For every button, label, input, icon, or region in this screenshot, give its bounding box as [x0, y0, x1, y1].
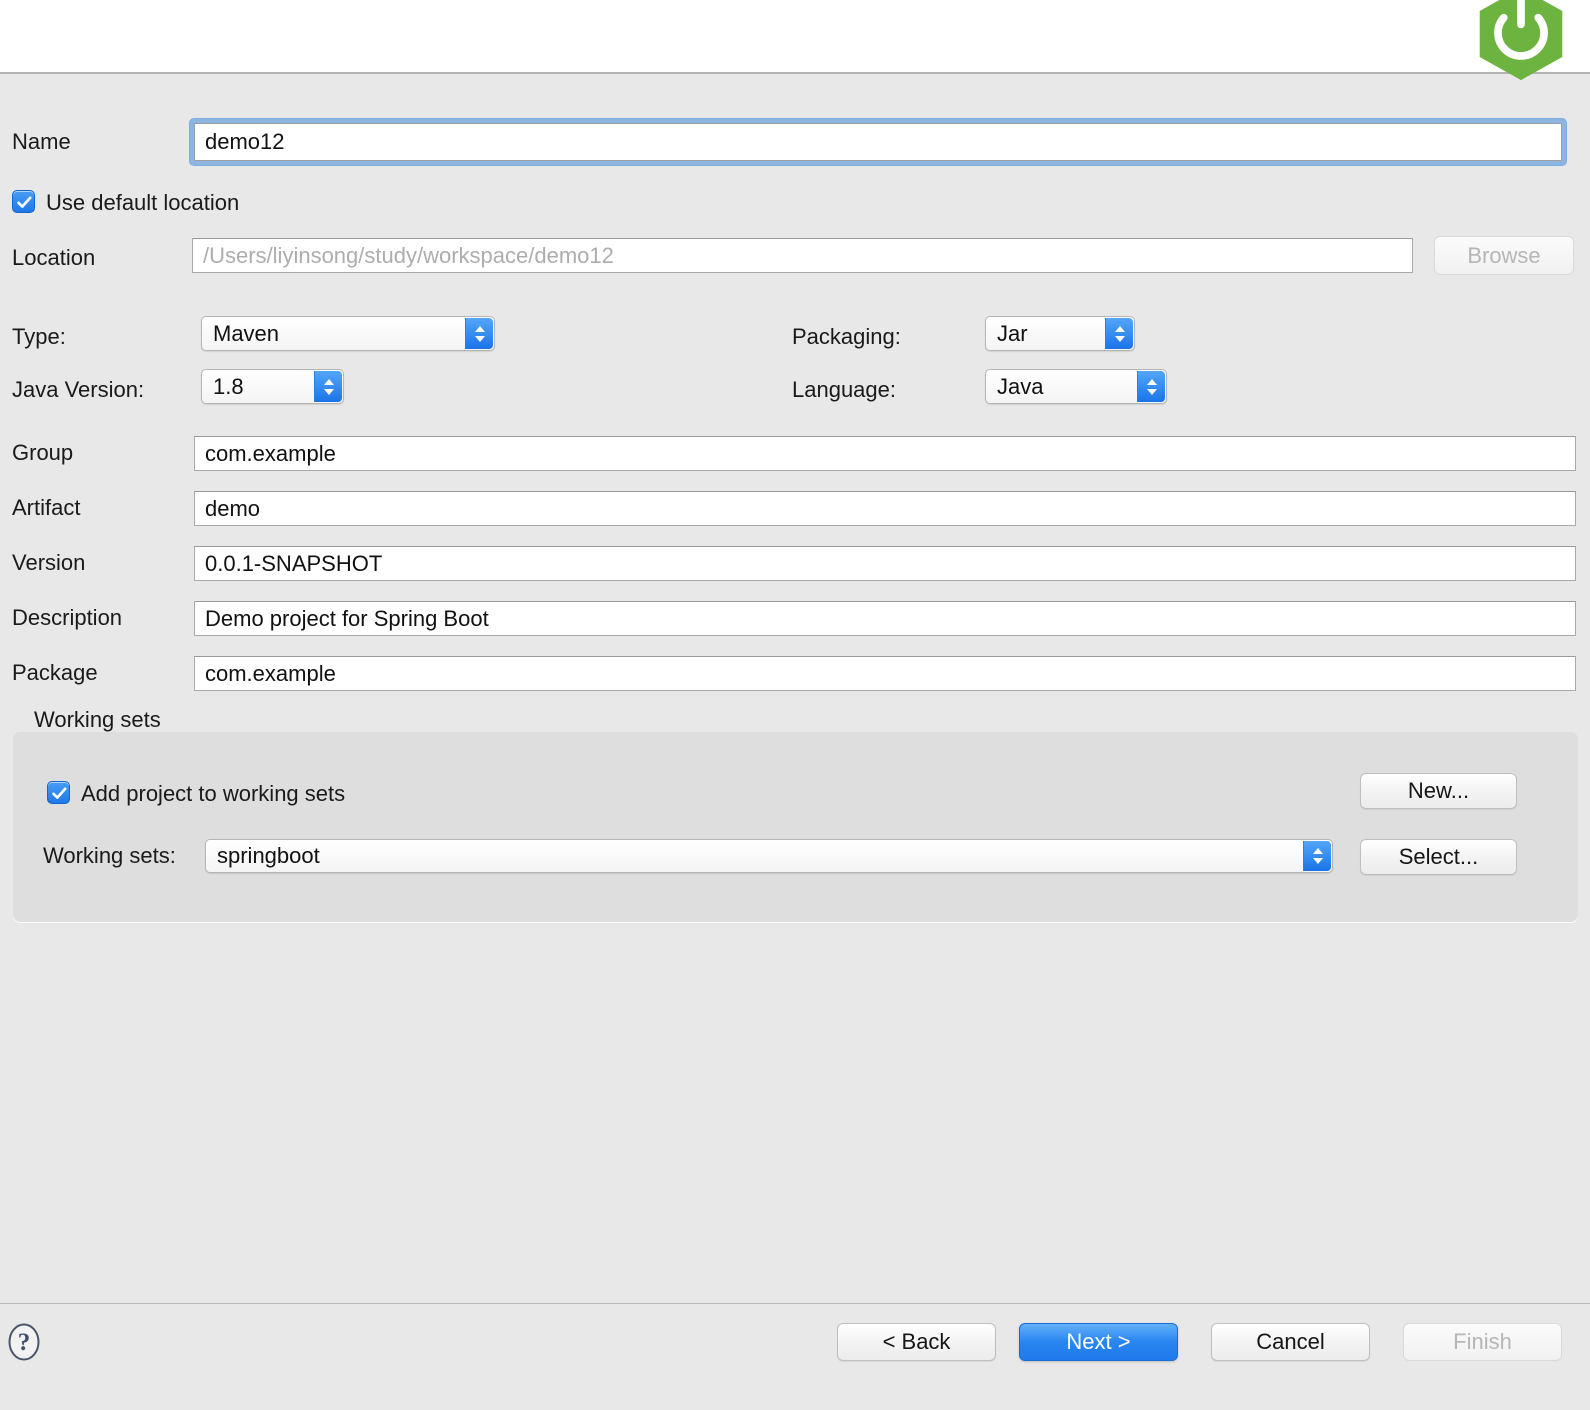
finish-button[interactable]: Finish — [1403, 1323, 1562, 1361]
package-input[interactable] — [194, 656, 1576, 691]
working-sets-select[interactable]: springboot — [205, 839, 1333, 873]
working-sets-select-arrow[interactable] — [1303, 841, 1331, 871]
working-sets-group-label: Working sets — [34, 707, 161, 732]
location-label: Location — [12, 245, 96, 270]
java-version-select-value: 1.8 — [213, 373, 244, 399]
add-project-to-working-sets-checkbox[interactable] — [47, 781, 70, 804]
description-label: Description — [12, 605, 123, 630]
group-label: Group — [12, 440, 74, 465]
name-input[interactable] — [194, 123, 1562, 161]
package-label: Package — [12, 660, 98, 685]
description-input[interactable] — [194, 601, 1576, 636]
new-working-set-button[interactable]: New... — [1360, 773, 1517, 809]
working-sets-select-value: springboot — [217, 843, 320, 868]
java-version-select-arrow[interactable] — [314, 371, 342, 402]
language-label: Language: — [792, 377, 896, 402]
language-select-value: Java — [997, 373, 1044, 399]
working-sets-groupbox — [13, 732, 1578, 922]
java-version-label: Java Version: — [12, 377, 145, 402]
chevron-up-down-icon — [323, 378, 334, 395]
group-input[interactable] — [194, 436, 1576, 471]
chevron-up-down-icon — [474, 325, 485, 342]
packaging-label: Packaging: — [792, 324, 901, 349]
next-button[interactable]: Next > — [1019, 1323, 1178, 1361]
chevron-up-down-icon — [1146, 378, 1157, 395]
dialog-header — [0, 0, 1590, 81]
language-select[interactable]: Java — [985, 369, 1167, 404]
browse-button[interactable]: Browse — [1434, 236, 1574, 275]
cancel-button[interactable]: Cancel — [1211, 1323, 1370, 1361]
checkmark-icon — [52, 787, 67, 799]
chevron-up-down-icon — [1312, 848, 1323, 864]
working-sets-select-label: Working sets: — [43, 843, 176, 868]
packaging-select[interactable]: Jar — [985, 316, 1135, 351]
new-spring-starter-project-dialog: Name Use default location Location Brows… — [0, 0, 1590, 1410]
spring-boot-leaf-icon — [1479, 0, 1563, 81]
name-label: Name — [12, 129, 71, 154]
back-button[interactable]: < Back — [837, 1323, 996, 1361]
artifact-label: Artifact — [12, 495, 81, 520]
packaging-select-arrow[interactable] — [1105, 318, 1133, 349]
select-working-set-button[interactable]: Select... — [1360, 839, 1517, 875]
type-select-arrow[interactable] — [465, 318, 493, 349]
svg-text:?: ? — [18, 1329, 31, 1356]
add-project-to-working-sets-label: Add project to working sets — [81, 781, 346, 806]
use-default-location-checkbox[interactable] — [12, 190, 35, 213]
type-select-value: Maven — [213, 320, 280, 346]
type-select[interactable]: Maven — [201, 316, 495, 351]
checkmark-icon — [17, 196, 32, 208]
packaging-select-value: Jar — [997, 320, 1028, 346]
version-input[interactable] — [194, 546, 1576, 581]
help-question-icon[interactable]: ? — [8, 1323, 40, 1361]
version-label: Version — [12, 550, 86, 575]
footer-separator — [0, 1303, 1590, 1304]
location-input[interactable] — [192, 238, 1413, 273]
artifact-input[interactable] — [194, 491, 1576, 526]
type-label: Type: — [12, 324, 66, 349]
name-focus-ring — [190, 119, 1566, 165]
java-version-select[interactable]: 1.8 — [201, 369, 344, 404]
chevron-up-down-icon — [1114, 325, 1125, 342]
use-default-location-label: Use default location — [46, 190, 240, 215]
language-select-arrow[interactable] — [1137, 371, 1165, 402]
